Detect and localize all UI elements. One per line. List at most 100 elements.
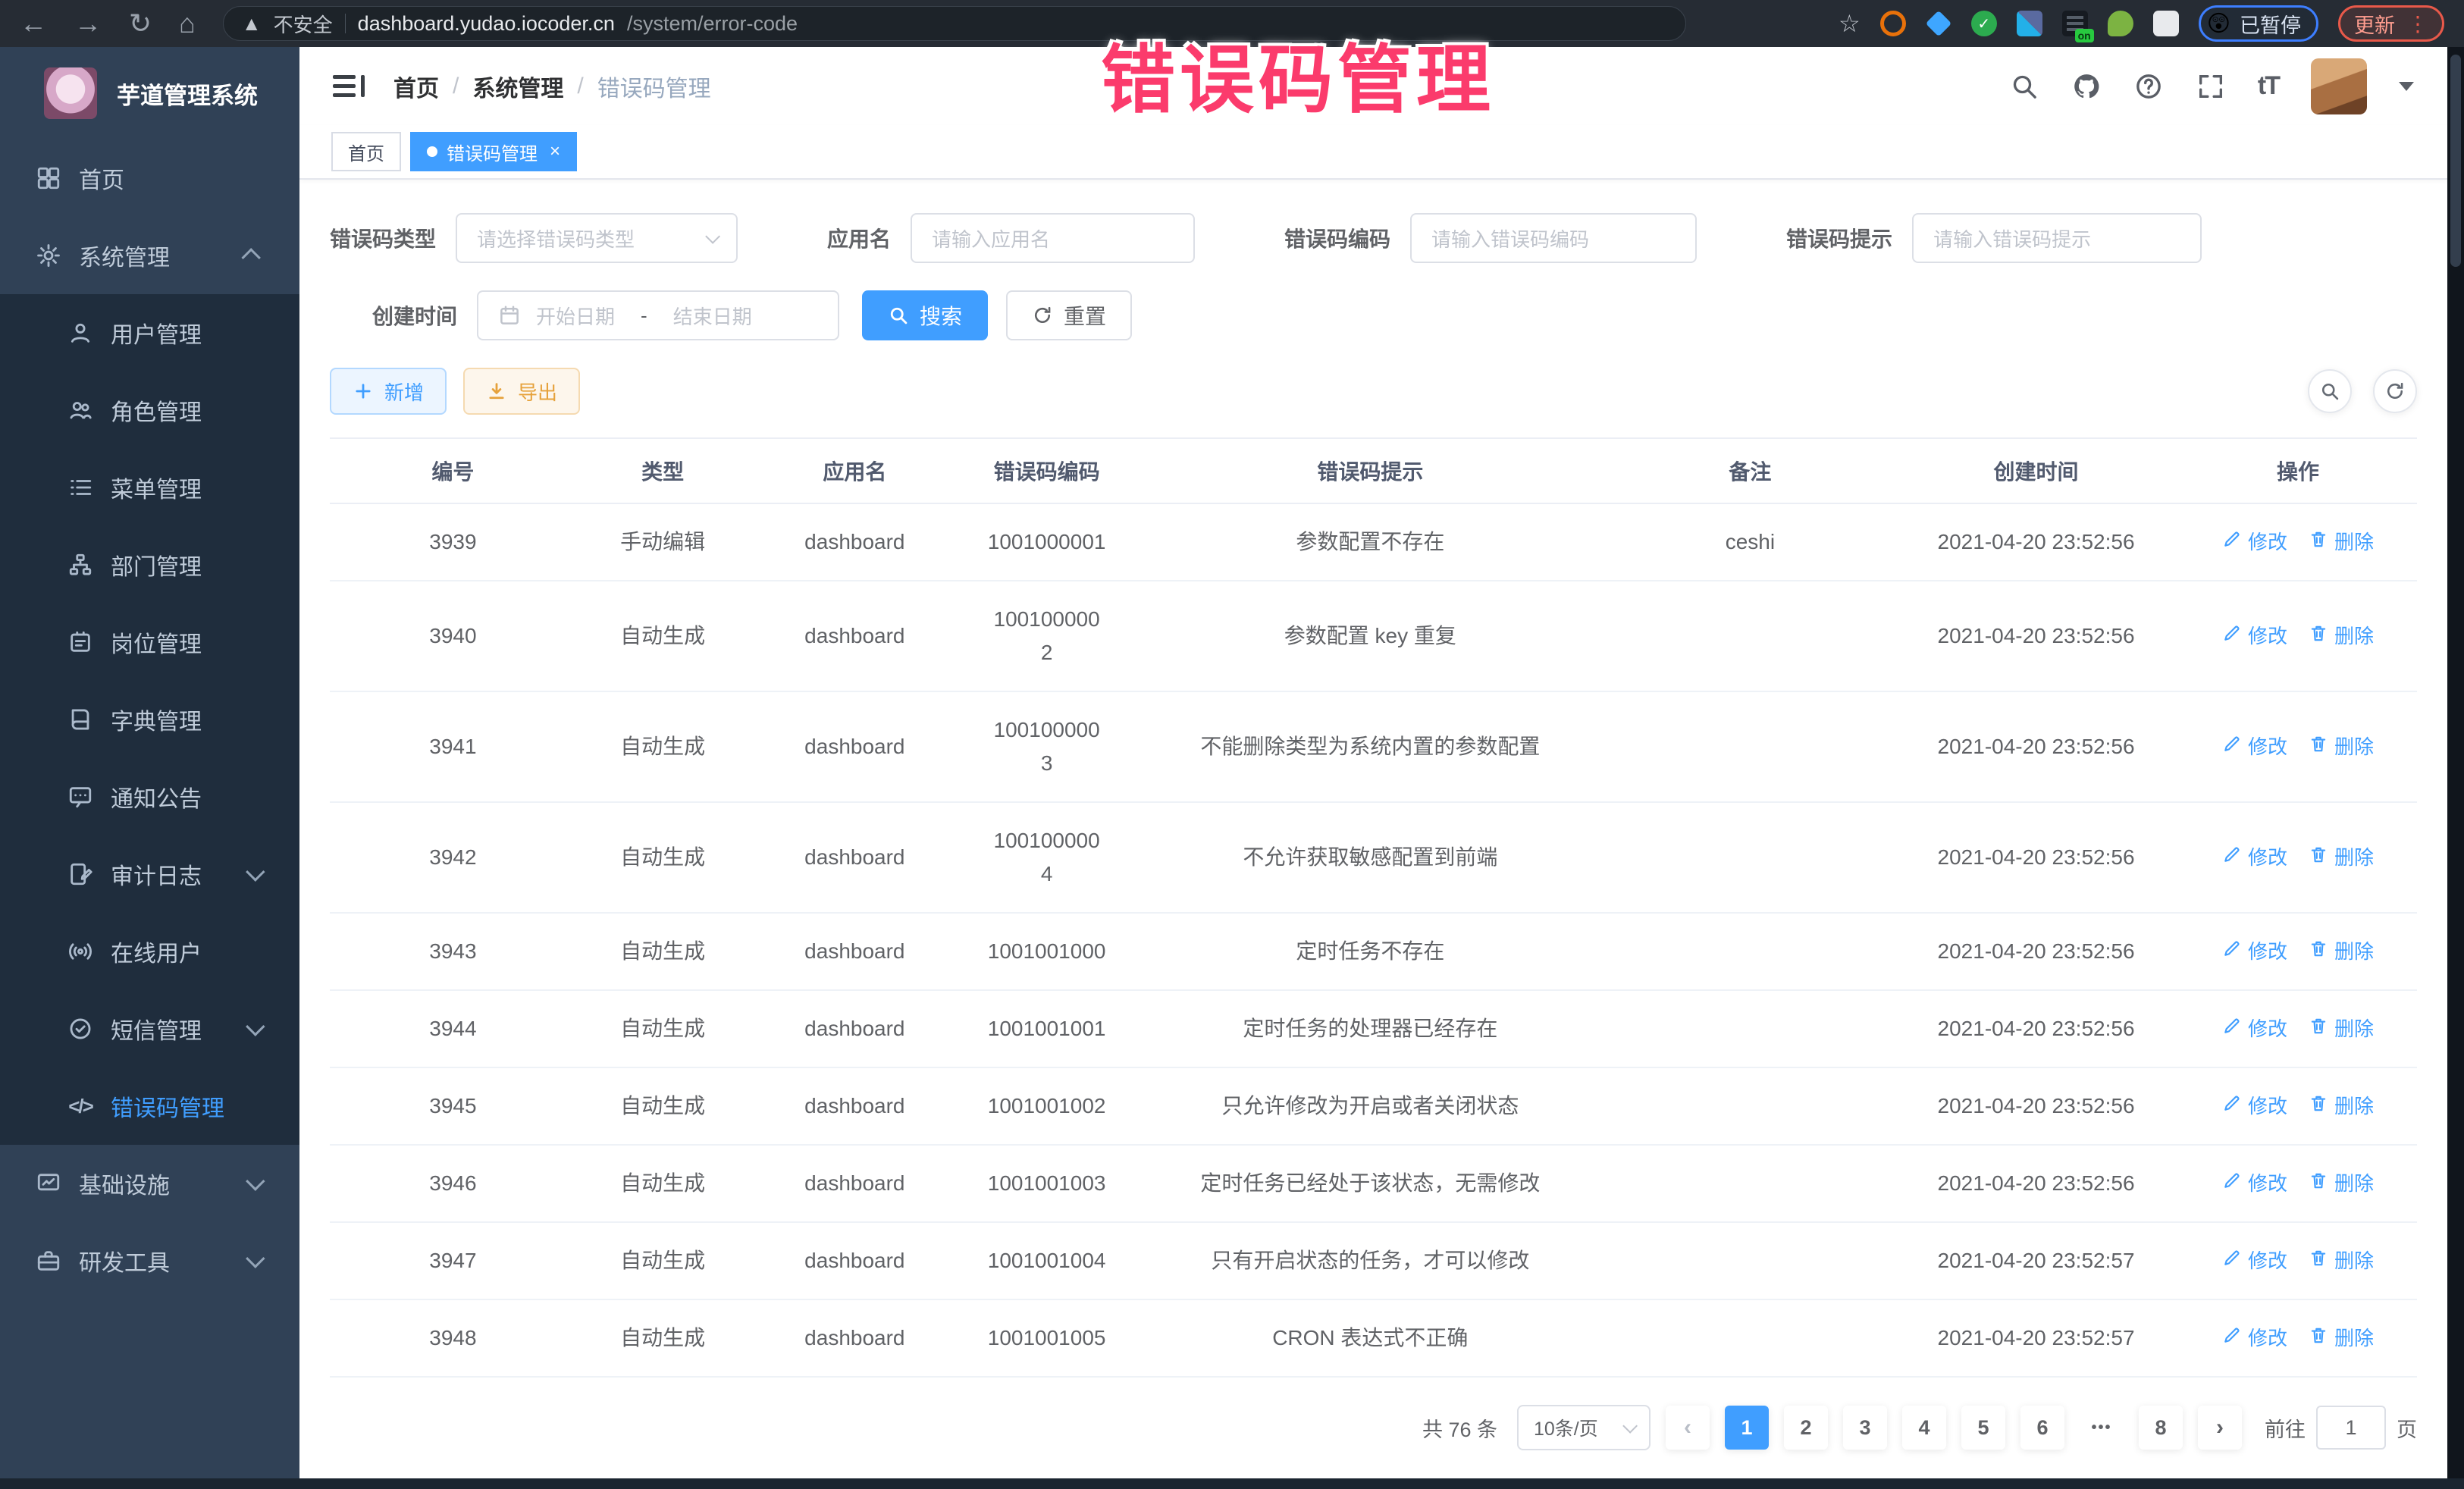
sidebar-item-label: 岗位管理 <box>111 625 202 659</box>
scrollbar-thumb[interactable] <box>2450 55 2461 267</box>
search-toggle-icon[interactable] <box>2308 369 2352 413</box>
delete-link[interactable]: 删除 <box>2309 1089 2374 1123</box>
sidebar-item-基础设施[interactable]: 基础设施 <box>0 1145 299 1222</box>
leaf-icon[interactable] <box>2108 11 2133 36</box>
question-icon[interactable] <box>2133 71 2164 102</box>
delete-link[interactable]: 删除 <box>2309 1321 2374 1355</box>
breadcrumb-home[interactable]: 首页 <box>393 70 439 103</box>
fullscreen-icon[interactable] <box>2196 71 2226 102</box>
blue-gem-icon[interactable] <box>1925 11 1951 37</box>
sidebar-item-部门管理[interactable]: 部门管理 <box>0 526 299 603</box>
delete-link[interactable]: 删除 <box>2309 1167 2374 1200</box>
next-page-button[interactable]: › <box>2198 1406 2242 1450</box>
tab-close-icon[interactable]: × <box>550 141 560 162</box>
page-button-6[interactable]: 6 <box>2020 1406 2064 1450</box>
prev-page-button[interactable]: ‹ <box>1666 1406 1710 1450</box>
delete-link[interactable]: 删除 <box>2309 1244 2374 1277</box>
grid-icon[interactable] <box>2017 11 2042 36</box>
page-button-2[interactable]: 2 <box>1784 1406 1828 1450</box>
caret-down-icon[interactable] <box>2399 82 2414 91</box>
puzzle-icon[interactable] <box>2153 11 2179 36</box>
bookmark-star-icon[interactable]: ☆ <box>1839 9 1861 38</box>
delete-icon <box>2309 1089 2328 1123</box>
page-size-select[interactable]: 10条/页 <box>1517 1405 1651 1450</box>
table-body: 3939手动编辑dashboard1001000001参数配置不存在ceshi2… <box>330 503 2417 1377</box>
edit-link[interactable]: 修改 <box>2222 525 2287 559</box>
edit-link[interactable]: 修改 <box>2222 1167 2287 1200</box>
error-msg-input[interactable]: 请输入错误码提示 <box>1912 213 2202 263</box>
search-button[interactable]: 搜索 <box>862 290 988 340</box>
delete-link[interactable]: 删除 <box>2309 525 2374 559</box>
sidebar-item-用户管理[interactable]: 用户管理 <box>0 294 299 371</box>
delete-link[interactable]: 删除 <box>2309 619 2374 653</box>
address-bar[interactable]: ▲ 不安全 dashboard.yudao.iocoder.cn/system/… <box>223 6 1686 41</box>
error-type-select[interactable]: 请选择错误码类型 <box>456 213 738 263</box>
browser-profile-chip[interactable]: 😲 已暂停 <box>2199 5 2318 42</box>
app-name-input[interactable]: 请输入应用名 <box>911 213 1195 263</box>
error-code-input[interactable]: 请输入错误码编码 <box>1410 213 1697 263</box>
sidebar-item-错误码管理[interactable]: </>错误码管理 <box>0 1067 299 1145</box>
cell: dashboard <box>749 691 960 802</box>
sidebar-item-通知公告[interactable]: 通知公告 <box>0 758 299 835</box>
avatar[interactable] <box>2311 58 2367 114</box>
home-icon[interactable]: ⌂ <box>179 10 196 37</box>
reset-button[interactable]: 重置 <box>1006 290 1132 340</box>
reload-icon[interactable]: ↻ <box>129 10 152 37</box>
sidebar-item-首页[interactable]: 首页 <box>0 139 299 217</box>
orange-ring-icon[interactable] <box>1880 11 1906 36</box>
sidebar-item-短信管理[interactable]: 短信管理 <box>0 990 299 1067</box>
hamburger-icon[interactable] <box>333 74 365 99</box>
sidebar-item-研发工具[interactable]: 研发工具 <box>0 1222 299 1299</box>
tab-home[interactable]: 首页 <box>331 132 401 171</box>
sidebar-item-审计日志[interactable]: 审计日志 <box>0 835 299 913</box>
sidebar-item-在线用户[interactable]: 在线用户 <box>0 913 299 990</box>
delete-link[interactable]: 删除 <box>2309 841 2374 874</box>
github-icon[interactable] <box>2071 71 2102 102</box>
green-check-icon[interactable]: ✓ <box>1971 11 1997 36</box>
edit-link[interactable]: 修改 <box>2222 619 2287 653</box>
cell <box>1607 1222 1893 1299</box>
tab-error-code[interactable]: 错误码管理 × <box>410 132 577 171</box>
back-icon[interactable]: ← <box>20 10 47 37</box>
sidebar-item-岗位管理[interactable]: 岗位管理 <box>0 603 299 681</box>
edit-link[interactable]: 修改 <box>2222 935 2287 968</box>
date-range-picker[interactable]: 开始日期 - 结束日期 <box>477 290 839 340</box>
search-icon[interactable] <box>2009 71 2039 102</box>
page-button-4[interactable]: 4 <box>1902 1406 1946 1450</box>
refresh-icon[interactable] <box>2373 369 2417 413</box>
edit-link[interactable]: 修改 <box>2222 1244 2287 1277</box>
page-button-3[interactable]: 3 <box>1843 1406 1887 1450</box>
sidebar-item-字典管理[interactable]: 字典管理 <box>0 681 299 758</box>
export-button[interactable]: 导出 <box>463 368 580 415</box>
edit-link[interactable]: 修改 <box>2222 1089 2287 1123</box>
delete-link[interactable]: 删除 <box>2309 1012 2374 1045</box>
sidebar-item-label: 菜单管理 <box>111 471 202 504</box>
kebab-menu-icon[interactable]: ⋮ <box>2407 11 2428 36</box>
edit-link[interactable]: 修改 <box>2222 841 2287 874</box>
page-button-5[interactable]: 5 <box>1961 1406 2005 1450</box>
delete-link[interactable]: 删除 <box>2309 935 2374 968</box>
list-on-icon[interactable]: on <box>2062 11 2088 36</box>
breadcrumb-system[interactable]: 系统管理 <box>472 70 563 103</box>
divider <box>345 14 346 33</box>
page-scrollbar[interactable] <box>2447 47 2464 1489</box>
sidebar-item-角色管理[interactable]: 角色管理 <box>0 371 299 449</box>
cell: dashboard <box>749 1222 960 1299</box>
sidebar-item-菜单管理[interactable]: 菜单管理 <box>0 449 299 526</box>
edit-icon <box>2222 1244 2242 1277</box>
forward-icon[interactable]: → <box>74 10 102 37</box>
browser-update-button[interactable]: 更新 ⋮ <box>2338 5 2444 42</box>
cell: 自动生成 <box>576 913 749 990</box>
filter-row-1: 错误码类型 请选择错误码类型 应用名 请输入应用名 错误码编码 请输入错误码编码 <box>330 213 2417 263</box>
edit-link[interactable]: 修改 <box>2222 730 2287 763</box>
goto-page-input[interactable] <box>2316 1406 2386 1450</box>
add-button[interactable]: 新增 <box>330 368 447 415</box>
sidebar-item-系统管理[interactable]: 系统管理 <box>0 217 299 294</box>
page-button-8[interactable]: 8 <box>2139 1406 2183 1450</box>
edit-link[interactable]: 修改 <box>2222 1012 2287 1045</box>
font-size-icon[interactable]: tT <box>2258 71 2279 101</box>
more-pages-button[interactable]: ••• <box>2080 1406 2124 1450</box>
edit-link[interactable]: 修改 <box>2222 1321 2287 1355</box>
delete-link[interactable]: 删除 <box>2309 730 2374 763</box>
page-button-1[interactable]: 1 <box>1725 1406 1769 1450</box>
